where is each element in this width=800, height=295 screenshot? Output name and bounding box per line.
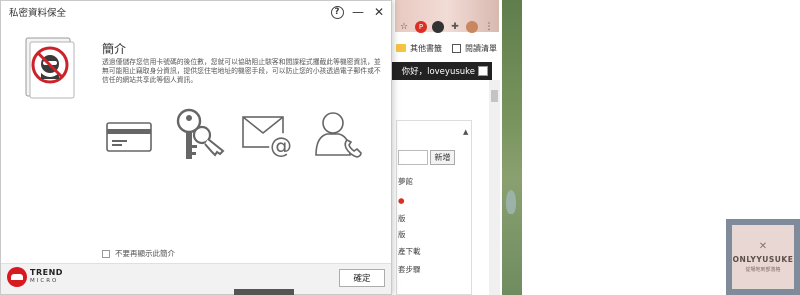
privacy-shield-product-icon [25,37,75,99]
add-item-input[interactable] [398,150,428,165]
keys-icon [176,108,225,159]
dialog-content: 簡介 透過僅儲存您信用卡號碼的後位數，您就可以協助阻止駭客和間諜程式攫截此等機密… [1,23,391,263]
dialog-title: 私密資料保全 [9,8,67,19]
trend-micro-logo: TREND MICRO [7,267,63,287]
intro-heading: 簡介 [102,42,127,56]
extension-dark-icon[interactable] [432,21,444,33]
intro-description: 透過僅儲存您信用卡號碼的後位數，您就可以協助阻止駭客和間諜程式攫截此等機密資訊，… [102,58,381,84]
watermark-logo: ✕ ONLYYUSUKE 從場地到部落格 [726,219,800,295]
watermark-x-icon: ✕ [758,240,768,252]
browser-toolbar: ☆ P ✚ ⋮ [392,17,502,37]
page-red-marker: ● [398,196,405,205]
minimize-button[interactable]: — [349,3,367,21]
user-greeting[interactable]: 你好，loveyusuke [402,65,475,77]
star-icon[interactable]: ☆ [398,21,410,33]
page-text-line: 版 [398,230,406,239]
credit-card-icon [106,122,152,152]
collapse-caret-icon[interactable]: ▲ [463,128,468,136]
dont-show-again-checkbox[interactable] [102,249,110,258]
bookmarks-bar: 其他書籤 閱讀清單 [392,40,502,56]
user-avatar-icon[interactable] [478,66,488,76]
close-button[interactable]: ✕ [370,3,388,21]
desktop-wallpaper-strip [502,0,522,295]
scrollbar-thumb[interactable] [491,90,498,102]
site-user-bar: 你好，loveyusuke [392,62,492,80]
dont-show-again-row[interactable]: 不要再顯示此簡介 [102,248,175,259]
folder-icon [396,44,406,52]
bookmark-other-folder[interactable]: 其他書籤 [410,43,442,54]
profile-avatar[interactable] [466,21,478,33]
dont-show-again-label[interactable]: 不要再顯示此簡介 [115,248,175,259]
page-text-line: 夢館 [398,177,413,186]
extension-red-icon[interactable]: P [415,21,427,33]
contact-phone-icon [315,112,362,158]
dialog-titlebar[interactable]: 私密資料保全 ? — ✕ [1,1,391,23]
page-text-line: 版 [398,214,406,223]
brand-trend-text: TREND [30,268,63,277]
menu-dots-icon[interactable]: ⋮ [483,21,495,33]
page-text-line: 套步驟 [398,265,421,274]
page-scrollbar[interactable] [489,80,500,295]
taskbar-fragment [234,289,294,295]
ok-button[interactable]: 確定 [339,269,385,287]
help-icon: ? [330,5,344,19]
email-at-icon: @ [242,116,293,159]
reading-list-link[interactable]: 閱讀清單 [465,43,497,54]
page-text-line: 產下載 [398,247,421,256]
watermark-title: ONLYYUSUKE [732,254,794,264]
trend-micro-ball-icon [7,267,27,287]
svg-text:@: @ [270,134,292,159]
watermark-subtitle: 從場地到部落格 [745,266,781,273]
privacy-dialog: 私密資料保全 ? — ✕ 簡介 透過僅儲存您信用卡號碼的後位數，您就可以協助阻止… [0,0,392,295]
reading-list-icon [452,43,461,53]
wallpaper-tree [506,190,516,214]
puzzle-icon[interactable]: ✚ [449,21,461,33]
brand-micro-text: MICRO [30,278,59,284]
help-button[interactable]: ? [328,3,346,21]
add-button[interactable]: 新增 [430,150,455,165]
screen: ☆ P ✚ ⋮ 其他書籤 閱讀清單 你好，loveyusuke ▲ 新增 夢館 … [0,0,800,295]
